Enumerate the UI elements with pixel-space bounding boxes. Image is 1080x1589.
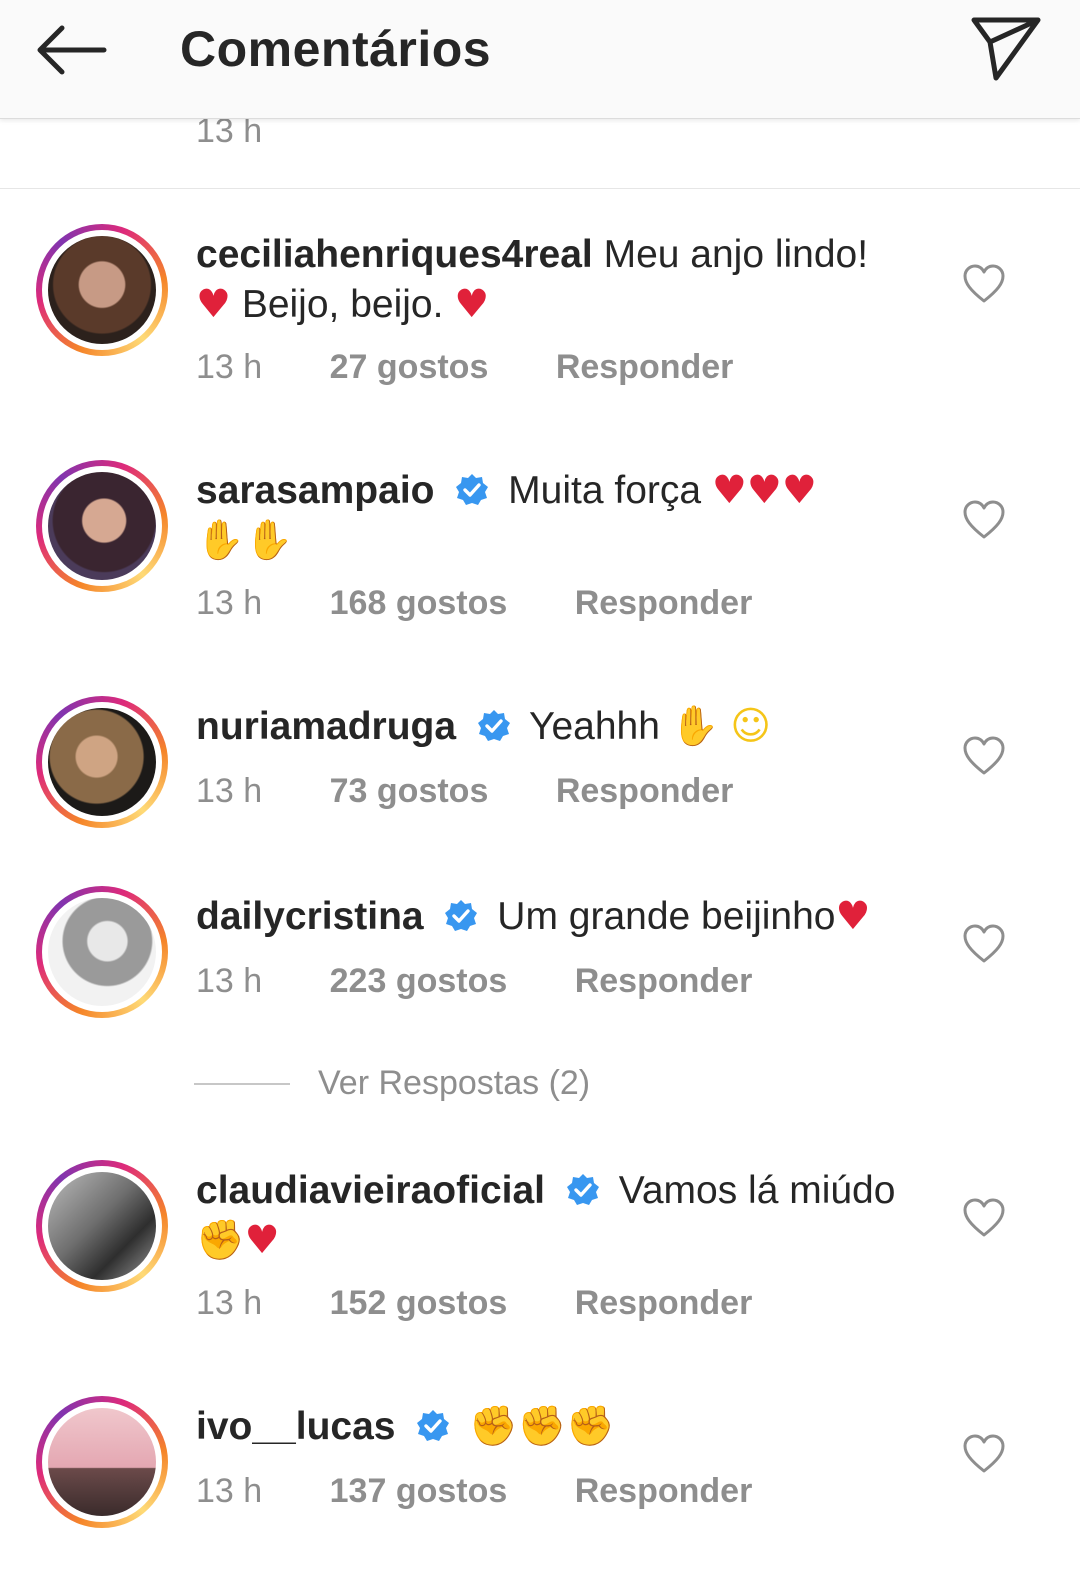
avatar[interactable] xyxy=(36,696,168,828)
avatar[interactable] xyxy=(36,1396,168,1528)
username[interactable]: ivo__lucas xyxy=(196,1405,395,1448)
avatar[interactable] xyxy=(36,224,168,356)
comment-body-line2: Beijo, beijo. xyxy=(241,283,444,326)
comment-text: ivo__lucas ✊✊✊ xyxy=(196,1402,916,1452)
comment-time: 13 h xyxy=(196,772,263,810)
reply-button[interactable]: Responder xyxy=(575,962,753,1000)
likes-count[interactable]: 137 gostos xyxy=(330,1472,508,1510)
reply-button[interactable]: Responder xyxy=(556,772,734,810)
comment-text: ceciliahenriques4real Meu anjo lindo! ♥ … xyxy=(196,230,916,330)
direct-send-icon[interactable] xyxy=(966,10,1046,90)
avatar[interactable] xyxy=(36,460,168,592)
comment-time: 13 h xyxy=(196,584,263,622)
username[interactable]: ceciliahenriques4real xyxy=(196,233,593,276)
likes-count[interactable]: 73 gostos xyxy=(330,772,489,810)
reply-button[interactable]: Responder xyxy=(575,584,753,622)
comment-text: sarasampaio Muita força ♥♥♥ ✋✋ xyxy=(196,466,916,566)
reply-button[interactable]: Responder xyxy=(575,1472,753,1510)
page-title: Comentários xyxy=(180,21,492,77)
verified-badge-icon xyxy=(566,1174,599,1205)
verified-badge-icon xyxy=(456,474,489,505)
heart-emoji-icon: ♥♥♥ xyxy=(711,468,817,513)
flexed-biceps-emoji-icon: ✊ xyxy=(196,1218,245,1263)
comment-body: Yeahhh xyxy=(529,705,660,748)
divider xyxy=(0,188,1080,189)
raised-hands-emoji-icon: ✋✋ xyxy=(196,518,294,563)
like-heart-icon[interactable] xyxy=(962,924,1006,964)
verified-badge-icon xyxy=(417,1410,450,1441)
username[interactable]: claudiavieiraoficial xyxy=(196,1169,545,1212)
like-heart-icon[interactable] xyxy=(962,736,1006,776)
comment-body: Meu anjo lindo! xyxy=(603,233,869,276)
view-replies-label: Ver Respostas (2) xyxy=(318,1064,591,1102)
comment-body: Muita força xyxy=(508,469,702,512)
username[interactable]: dailycristina xyxy=(196,895,424,938)
likes-count[interactable]: 27 gostos xyxy=(330,348,489,386)
heart-emoji-icon: ♥ xyxy=(244,1218,280,1263)
heart-emoji-icon: ♥ xyxy=(835,894,871,939)
comment-time: 13 h xyxy=(196,1472,263,1510)
likes-count[interactable]: 152 gostos xyxy=(330,1284,508,1322)
avatar[interactable] xyxy=(36,886,168,1018)
like-heart-icon[interactable] xyxy=(962,264,1006,304)
like-heart-icon[interactable] xyxy=(962,1434,1006,1474)
like-heart-icon[interactable] xyxy=(962,1198,1006,1238)
likes-count[interactable]: 168 gostos xyxy=(330,584,508,622)
back-arrow-icon[interactable] xyxy=(30,20,114,80)
top-bar: Comentários xyxy=(0,0,1080,119)
username[interactable]: nuriamadruga xyxy=(196,705,456,748)
avatar[interactable] xyxy=(36,1160,168,1292)
comment-text: claudiavieiraoficial Vamos lá miúdo ✊♥ xyxy=(196,1166,916,1266)
comment-body: Vamos lá miúdo xyxy=(618,1169,896,1212)
comment-text: nuriamadruga Yeahhh ✋ ☺ xyxy=(196,702,916,752)
comment-body: Um grande beijinho xyxy=(497,895,836,938)
fist-bump-emoji-icon: ✊✊✊ xyxy=(469,1404,615,1449)
likes-count[interactable]: 223 gostos xyxy=(330,962,508,1000)
verified-badge-icon xyxy=(477,710,510,741)
username[interactable]: sarasampaio xyxy=(196,469,434,512)
comment-time: 13 h xyxy=(196,1284,263,1322)
reply-button[interactable]: Responder xyxy=(575,1284,753,1322)
kiss-face-emoji-icon: ☺ xyxy=(730,704,771,749)
heart-emoji-icon: ♥ xyxy=(454,282,490,327)
comment-time: 13 h xyxy=(196,348,263,386)
reply-button[interactable]: Responder xyxy=(556,348,734,386)
comment-text: dailycristina Um grande beijinho♥ xyxy=(196,892,916,942)
verified-badge-icon xyxy=(445,900,478,931)
like-heart-icon[interactable] xyxy=(962,500,1006,540)
replies-divider-line xyxy=(194,1083,290,1085)
comment-time: 13 h xyxy=(196,962,263,1000)
heart-emoji-icon: ♥ xyxy=(196,282,231,327)
pray-emoji-icon: ✋ xyxy=(670,704,720,749)
